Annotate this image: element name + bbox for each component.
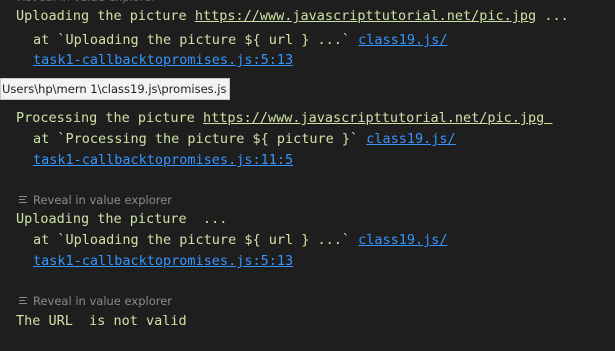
debug-console-output: Reveal in value explorer Uploading the p… <box>0 0 615 351</box>
url-link[interactable]: https://www.javascripttutorial.net/pic.j… <box>203 110 553 126</box>
stack-frame-text: at `Uploading the picture ${ url } ...` <box>33 32 359 48</box>
console-message-uploading-2: Uploading the picture ... <box>16 211 228 227</box>
console-message-uploading-1: Uploading the picture https://www.javasc… <box>16 6 569 27</box>
url-link[interactable]: https://www.javascripttutorial.net/pic.j… <box>195 8 536 24</box>
list-icon <box>17 295 29 307</box>
source-location-link[interactable]: task1-callbacktopromises.js:11:5 <box>33 150 293 171</box>
stack-frame-text: at `Uploading the picture ${ url } ...` <box>33 232 359 248</box>
source-location-link[interactable]: task1-callbacktopromises.js:5:13 <box>33 251 293 272</box>
list-icon <box>17 194 29 206</box>
file-link[interactable]: class19.js/ <box>366 131 455 147</box>
path-tooltip: Users\hp\mern 1\class19.js\promises.js <box>0 78 230 100</box>
explorer-label: Reveal in value explorer <box>33 192 173 207</box>
reveal-in-value-explorer[interactable]: Reveal in value explorer <box>17 292 172 309</box>
stack-frame-line: at `Processing the picture ${ picture }`… <box>33 129 456 150</box>
message-text: Processing the picture <box>16 110 203 126</box>
console-message-invalid-url: The URL is not valid <box>16 313 187 329</box>
reveal-in-value-explorer-partial[interactable]: Reveal in value explorer <box>17 0 156 4</box>
reveal-in-value-explorer[interactable]: Reveal in value explorer <box>17 191 172 208</box>
stack-frame-line: at `Uploading the picture ${ url } ...` … <box>33 230 448 251</box>
stack-frame-text: at `Processing the picture ${ picture }` <box>33 131 367 147</box>
stack-frame-line: at `Uploading the picture ${ url } ...` … <box>33 30 448 51</box>
message-suffix: ... <box>536 8 569 24</box>
source-location-link[interactable]: task1-callbacktopromises.js:5:13 <box>33 50 293 71</box>
file-link[interactable]: class19.js/ <box>358 32 447 48</box>
explorer-label: Reveal in value explorer <box>33 293 173 308</box>
console-message-processing: Processing the picture https://www.javas… <box>16 108 552 129</box>
message-text: Uploading the picture <box>16 8 195 24</box>
file-link[interactable]: class19.js/ <box>358 232 447 248</box>
